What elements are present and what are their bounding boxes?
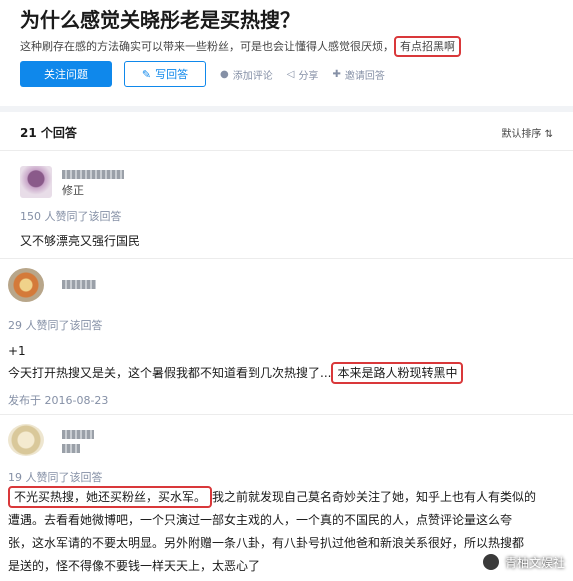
highlight-box: 不光买热搜，她还买粉丝，买水军。 [8, 486, 213, 508]
answer-text-line: 今天打开热搜又是关，这个暑假我都不知道看到几次热搜了... 本来是路人粉现转黑中 [8, 362, 464, 384]
answer-text: 不光买热搜，她还买粉丝，买水军。 我之前就发现自己莫名奇妙关注了她，知乎上也有人有… [8, 486, 564, 578]
answer-text-line: 张，这水军请的不要太明显。另外附赠一条八卦，有八卦号扒过他爸和新浪关系很好，所以… [8, 536, 525, 550]
answer-text-line: 遭遇。去看看她微博吧，一个只演过一部女主戏的人，一个真的不国民的人，点赞评论量这… [8, 513, 513, 527]
sort-dropdown[interactable]: 默认排序 ⇅ [501, 125, 553, 140]
avatar[interactable] [20, 166, 52, 198]
user-name-blurred[interactable] [62, 170, 124, 179]
highlight-box: 本来是路人粉现转黑中 [331, 362, 464, 384]
answer-text-line: 不光买热搜，她还买粉丝，买水军。 我之前就发现自己莫名奇妙关注了她，知乎上也有人有… [8, 486, 564, 509]
write-answer-button[interactable]: ✎ 写回答 [124, 61, 206, 87]
user-headline: 修正 [62, 184, 84, 197]
share-button[interactable]: ◁ 分享 [287, 67, 319, 82]
answer-text: 我之前就发现自己莫名奇妙关注了她，知乎上也有人有类似的 [212, 490, 537, 504]
share-icon: ◁ [286, 68, 295, 80]
question-header: 为什么感觉关晓彤老是买热搜？ 这种刷存在感的方法确实可以带来一些粉丝，可是也会让… [0, 0, 573, 106]
question-title: 为什么感觉关晓彤老是买热搜？ [20, 8, 300, 32]
add-comment-label: 添加评论 [232, 70, 273, 82]
question-actions: 关注问题 ✎ 写回答 ● 添加评论 ◁ 分享 ✚ 邀请回答 [20, 61, 385, 87]
question-description: 这种刷存在感的方法确实可以带来一些粉丝，可是也会让懂得人感觉很厌烦， 有点招黑啊 [20, 36, 461, 57]
avatar[interactable] [8, 268, 44, 302]
answers-header: 21 个回答 默认排序 ⇅ [0, 112, 573, 151]
vote-count: 19 人赞同了该回答 [8, 471, 103, 484]
watermark-logo [481, 553, 500, 571]
invite-answer-label: 邀请回答 [344, 70, 385, 82]
highlight-box: 有点招黑啊 [394, 36, 461, 57]
answer-text-line: +1 [8, 344, 26, 358]
divider [0, 414, 573, 415]
answer-text: 又不够漂亮又强行国民 [20, 234, 141, 248]
vote-count: 150 人赞同了该回答 [20, 210, 122, 223]
invite-answer-button[interactable]: ✚ 邀请回答 [332, 67, 384, 82]
share-label: 分享 [298, 70, 319, 82]
watermark-text: 青柚文娱社 [504, 555, 565, 570]
pencil-icon: ✎ [141, 67, 152, 81]
user-name-blurred[interactable] [62, 430, 94, 439]
answer-count: 21 个回答 [20, 126, 77, 140]
user-name-blurred[interactable] [62, 280, 96, 289]
user-headline-blurred [62, 444, 80, 453]
comment-icon: ● [220, 68, 229, 80]
divider [0, 258, 573, 259]
add-comment-button[interactable]: ● 添加评论 [220, 67, 273, 82]
answers-section: 21 个回答 默认排序 ⇅ 修正 150 人赞同了该回答 又不够漂亮又强行国民 … [0, 112, 573, 581]
answer-text: 今天打开热搜又是关，这个暑假我都不知道看到几次热搜了... [8, 366, 332, 380]
answer-text-line: 是送的，怪不得像不要钱一样天天上，太恶心了 [8, 559, 261, 573]
vote-count: 29 人赞同了该回答 [8, 319, 103, 332]
follow-question-button[interactable]: 关注问题 [20, 61, 112, 87]
watermark: 青柚文娱社 [481, 553, 565, 571]
avatar[interactable] [8, 424, 44, 456]
question-description-text: 这种刷存在感的方法确实可以带来一些粉丝，可是也会让懂得人感觉很厌烦， [20, 40, 394, 53]
write-answer-label: 写回答 [155, 68, 189, 81]
publish-date: 发布于 2016-08-23 [8, 394, 109, 407]
invite-icon: ✚ [332, 68, 341, 80]
